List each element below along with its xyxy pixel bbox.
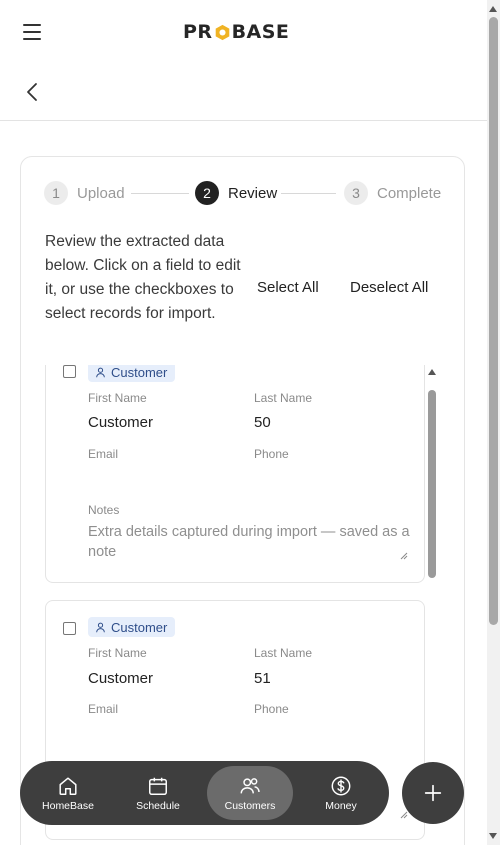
first-name-label: First Name <box>88 646 147 660</box>
step-complete: 3 Complete <box>344 181 441 205</box>
back-button[interactable] <box>24 82 40 102</box>
record-checkbox[interactable] <box>63 365 76 378</box>
badge-label: Customer <box>111 619 168 635</box>
scroll-thumb[interactable] <box>489 17 498 625</box>
scroll-up-arrow-icon[interactable] <box>489 6 497 12</box>
deselect-all-button[interactable]: Deselect All <box>350 279 428 296</box>
badge-label: Customer <box>111 365 168 380</box>
hamburger-icon[interactable] <box>23 24 41 40</box>
step-connector <box>281 193 336 194</box>
last-name-field[interactable]: 50 <box>254 414 271 431</box>
step-review: 2 Review <box>195 181 277 205</box>
step-label: Review <box>228 184 278 202</box>
step-label: Complete <box>377 184 442 202</box>
nav-item-money[interactable]: Money <box>298 766 384 820</box>
phone-label: Phone <box>254 447 289 461</box>
step-upload: 1 Upload <box>44 181 125 205</box>
step-label: Upload <box>77 184 125 202</box>
email-field[interactable] <box>88 468 238 488</box>
step-connector <box>131 193 189 194</box>
review-instructions: Review the extracted data below. Click o… <box>45 233 241 322</box>
plus-icon <box>424 784 442 802</box>
probase-logo[interactable]: PR BASE <box>183 20 289 44</box>
nav-label: Customers <box>224 799 276 812</box>
add-button[interactable] <box>402 762 464 824</box>
import-stepper: 1 Upload 2 Review 3 Complete <box>44 181 444 205</box>
nav-label: HomeBase <box>42 799 94 812</box>
first-name-label: First Name <box>88 391 147 405</box>
email-field[interactable] <box>88 723 238 743</box>
bottom-navigation: HomeBase Schedule Customers Money <box>20 761 389 825</box>
first-name-field[interactable]: Customer <box>88 414 153 431</box>
phone-field[interactable] <box>254 468 404 488</box>
home-icon <box>59 776 77 795</box>
phone-field[interactable] <box>254 723 404 743</box>
last-name-label: Last Name <box>254 646 313 660</box>
resize-grip-icon[interactable] <box>400 552 408 560</box>
email-label: Email <box>88 447 119 461</box>
scroll-up-arrow-icon[interactable] <box>428 369 436 375</box>
record-card: Customer First Name Customer Last Name 5… <box>45 365 425 583</box>
chevron-left-icon <box>27 83 37 101</box>
nav-label: Money <box>325 799 357 812</box>
nav-item-homebase[interactable]: HomeBase <box>25 766 111 820</box>
scroll-thumb[interactable] <box>428 390 436 578</box>
first-name-field[interactable]: Customer <box>88 670 153 687</box>
notes-textarea[interactable]: Extra details captured during import — s… <box>88 522 410 568</box>
phone-label: Phone <box>254 702 289 716</box>
last-name-field[interactable]: 51 <box>254 670 271 687</box>
record-type-badge: Customer <box>88 617 176 637</box>
nav-label: Schedule <box>136 799 180 812</box>
header-divider <box>0 120 487 121</box>
logo-hexagon-icon <box>214 24 231 41</box>
page-scrollbar[interactable] <box>487 0 500 845</box>
record-type-badge: Customer <box>88 365 176 382</box>
nav-item-customers[interactable]: Customers <box>207 766 293 820</box>
person-icon <box>96 622 105 632</box>
step-number: 1 <box>44 181 68 205</box>
select-all-button[interactable]: Select All <box>257 279 319 296</box>
notes-label: Notes <box>88 503 120 517</box>
resize-grip-icon[interactable] <box>400 811 408 819</box>
record-checkbox[interactable] <box>63 622 76 635</box>
step-number: 3 <box>344 181 368 205</box>
email-label: Email <box>88 702 119 716</box>
nav-item-schedule[interactable]: Schedule <box>115 766 201 820</box>
last-name-label: Last Name <box>254 391 313 405</box>
users-icon <box>240 777 260 793</box>
scroll-down-arrow-icon[interactable] <box>489 833 497 839</box>
top-bar: PR BASE <box>0 0 487 64</box>
person-icon <box>96 367 105 377</box>
step-number: 2 <box>195 181 219 205</box>
dollar-icon <box>331 776 351 795</box>
calendar-icon <box>149 777 167 795</box>
